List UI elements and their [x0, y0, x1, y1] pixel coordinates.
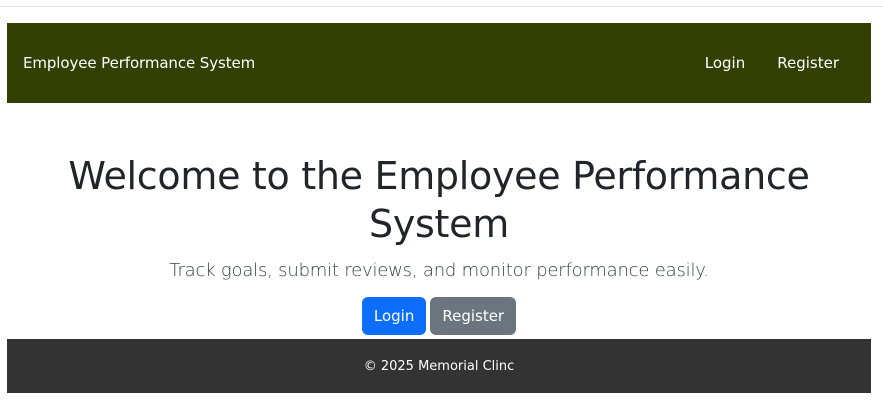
hero-actions: Login Register: [7, 297, 871, 335]
navbar-brand[interactable]: Employee Performance System: [23, 54, 255, 72]
hero-section: Welcome to the Employee Performance Syst…: [7, 152, 871, 335]
register-button[interactable]: Register: [430, 297, 517, 335]
navbar: Employee Performance System Login Regist…: [7, 23, 871, 103]
hero-lead: Track goals, submit reviews, and monitor…: [169, 260, 709, 281]
nav-login-link[interactable]: Login: [689, 46, 761, 80]
nav-links: Login Register: [689, 46, 855, 80]
footer-copyright: © 2025 Memorial Clinc: [363, 358, 515, 374]
top-divider: [0, 6, 883, 7]
login-button[interactable]: Login: [361, 297, 427, 335]
nav-register-link[interactable]: Register: [761, 46, 855, 80]
footer: © 2025 Memorial Clinc: [7, 339, 871, 393]
page-title: Welcome to the Employee Performance Syst…: [68, 154, 810, 246]
